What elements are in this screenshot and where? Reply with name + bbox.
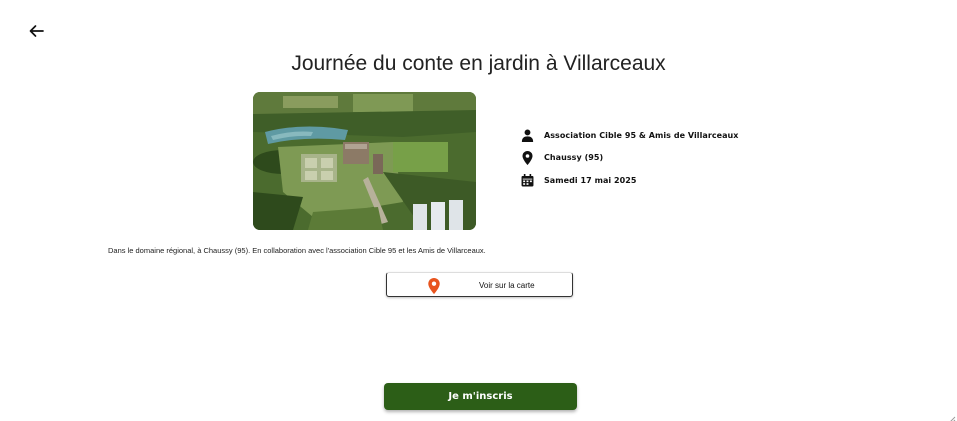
event-info: Association Cible 95 & Amis de Villarcea… bbox=[520, 124, 739, 192]
location-text: Chaussy (95) bbox=[544, 153, 604, 163]
back-button[interactable] bbox=[27, 21, 47, 41]
view-on-map-label: Voir sur la carte bbox=[479, 281, 535, 290]
organizer-text: Association Cible 95 & Amis de Villarcea… bbox=[544, 130, 739, 140]
organizer-row: Association Cible 95 & Amis de Villarcea… bbox=[520, 124, 739, 147]
resize-handle-icon[interactable] bbox=[947, 411, 956, 421]
map-pin-icon bbox=[427, 278, 441, 294]
view-on-map-button[interactable]: Voir sur la carte bbox=[386, 272, 573, 297]
calendar-icon bbox=[520, 173, 535, 188]
location-row: Chaussy (95) bbox=[520, 147, 739, 170]
person-icon bbox=[520, 128, 535, 143]
arrow-left-icon bbox=[29, 25, 44, 37]
location-pin-icon bbox=[520, 150, 535, 165]
register-button[interactable]: Je m'inscris bbox=[384, 383, 577, 410]
date-text: Samedi 17 mai 2025 bbox=[544, 175, 637, 185]
date-row: Samedi 17 mai 2025 bbox=[520, 169, 739, 192]
event-image bbox=[253, 92, 476, 230]
page-title: Journée du conte en jardin à Villarceaux bbox=[291, 52, 666, 75]
event-description: Dans le domaine régional, à Chaussy (95)… bbox=[108, 246, 486, 255]
